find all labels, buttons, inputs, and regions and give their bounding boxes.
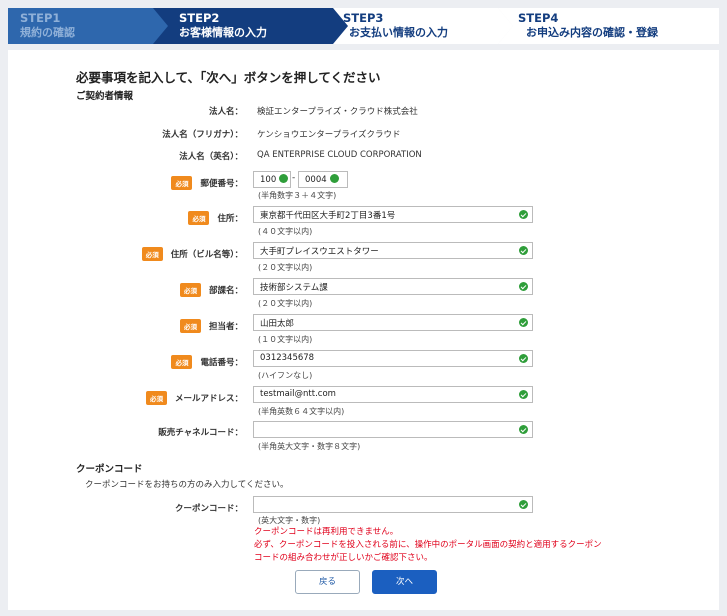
step-1: STEP1 規約の確認 [8,8,168,44]
address-value: 東京都千代田区大手町2丁目3番1号 [260,211,396,221]
building-input[interactable]: 大手町プレイスウエストタワー [253,242,533,259]
person-label: 担当者： [208,322,243,332]
company-name-value: 検証エンタープライズ・クラウド株式会社 [257,107,418,117]
next-button[interactable]: 次へ [372,570,437,594]
coupon-intro: クーポンコードをお持ちの方のみ入力してください。 [85,480,289,490]
coupon-code-input[interactable] [253,496,533,513]
person-input[interactable]: 山田太郎 [253,314,533,331]
department-note: (２０文字以内) [258,299,313,308]
required-badge: 必須 [179,319,201,333]
valid-check-icon [519,354,528,363]
building-row-label: 必須 住所（ビル名等）： [141,247,243,261]
building-label: 住所（ビル名等）： [170,250,243,260]
step-1-number: STEP1 [20,11,61,25]
step-2-current: STEP2 お客様情報の入力 [153,8,348,44]
phone-note: (ハイフンなし) [258,371,313,380]
company-kana-label: 法人名（フリガナ）： [162,130,243,140]
person-row-label: 必須 担当者： [179,319,243,333]
required-badge: 必須 [171,176,193,190]
email-row-label: 必須 メールアドレス： [145,391,243,405]
coupon-warning-line-2: 必ず、クーポンコードを投入される前に、操作中のポータル画面の契約と適用するクーポ… [254,540,602,550]
channel-label: 販売チャネルコード： [158,428,243,438]
email-note: (半角英数６４文字以内) [258,407,345,416]
required-badge: 必須 [188,211,210,225]
address-input[interactable]: 東京都千代田区大手町2丁目3番1号 [253,206,533,223]
person-note: (１０文字以内) [258,335,313,344]
coupon-note: (英大文字・数字) [258,516,321,525]
phone-row-label: 必須 電話番号： [171,355,243,369]
coupon-label: クーポンコード： [174,504,243,514]
email-input[interactable]: testmail@ntt.com [253,386,533,403]
step-1-label: 規約の確認 [20,26,75,39]
address-note: (４０文字以内) [258,227,313,236]
coupon-warning-line-3: コードの組み合わせが正しいかご確認下さい。 [254,553,433,563]
required-badge: 必須 [141,247,163,261]
step-2-label: お客様情報の入力 [179,26,267,39]
contract-section-title: ご契約者情報 [76,91,134,102]
step-2-number: STEP2 [179,11,220,25]
required-badge: 必須 [179,283,201,297]
address-row-label: 必須 住所： [188,211,243,225]
postal-note: (半角数字３＋４文字) [258,191,337,200]
valid-check-icon [519,282,528,291]
valid-check-icon [519,246,528,255]
department-label: 部課名： [208,286,243,296]
phone-input[interactable]: 0312345678 [253,350,533,367]
required-badge: 必須 [145,391,167,405]
postal-label: 郵便番号： [200,179,243,189]
channel-note: (半角英大文字・数字８文字) [258,442,361,451]
valid-check-icon [519,425,528,434]
valid-check-icon [519,390,528,399]
company-name-label: 法人名： [208,107,243,117]
step-3: STEP3 お支払い情報の入力 [333,8,513,44]
company-english-label: 法人名（英名）： [179,152,243,162]
step-4-label: お申込み内容の確認・登録 [526,26,658,39]
building-note: (２０文字以内) [258,263,313,272]
valid-check-icon [519,210,528,219]
postal-code-first-value: 100 [260,175,277,185]
department-value: 技術部システム課 [260,283,328,293]
department-row-label: 必須 部課名： [179,283,243,297]
phone-value: 0312345678 [260,353,315,363]
company-english-value: QA ENTERPRISE CLOUD CORPORATION [257,150,422,160]
person-value: 山田太郎 [260,319,295,329]
page-heading: 必要事項を記入して、「次へ」ボタンを押してください [76,70,381,85]
step-progress-bar: STEP1 規約の確認 STEP3 お支払い情報の入力 STEP4 お申込み内容… [8,8,719,44]
coupon-section-title: クーポンコード [76,464,143,475]
back-button[interactable]: 戻る [295,570,360,594]
valid-check-icon [519,318,528,327]
required-badge: 必須 [171,355,193,369]
department-input[interactable]: 技術部システム課 [253,278,533,295]
step-3-label: お支払い情報の入力 [349,26,448,39]
postal-code-first-input[interactable]: 100 [253,171,291,188]
postal-code-second-value: 0004 [305,175,327,185]
valid-check-icon [329,174,339,183]
postal-row-label: 必須 郵便番号： [171,176,243,190]
building-value: 大手町プレイスウエストタワー [260,247,379,257]
channel-code-input[interactable] [253,421,533,438]
valid-check-icon [279,174,289,183]
coupon-warning-line-1: クーポンコードは再利用できません。 [254,527,399,537]
email-value: testmail@ntt.com [260,389,336,399]
company-kana-value: ケンショウエンタープライズクラウド [257,130,401,140]
email-label: メールアドレス： [174,394,243,404]
step-4-number: STEP4 [518,11,559,25]
phone-label: 電話番号： [200,358,243,368]
step-3-number: STEP3 [343,11,384,25]
postal-separator: - [292,173,296,183]
valid-check-icon [519,500,528,509]
step-4: STEP4 お申込み内容の確認・登録 [498,8,719,44]
postal-code-second-input[interactable]: 0004 [298,171,348,188]
address-label: 住所： [217,214,243,224]
